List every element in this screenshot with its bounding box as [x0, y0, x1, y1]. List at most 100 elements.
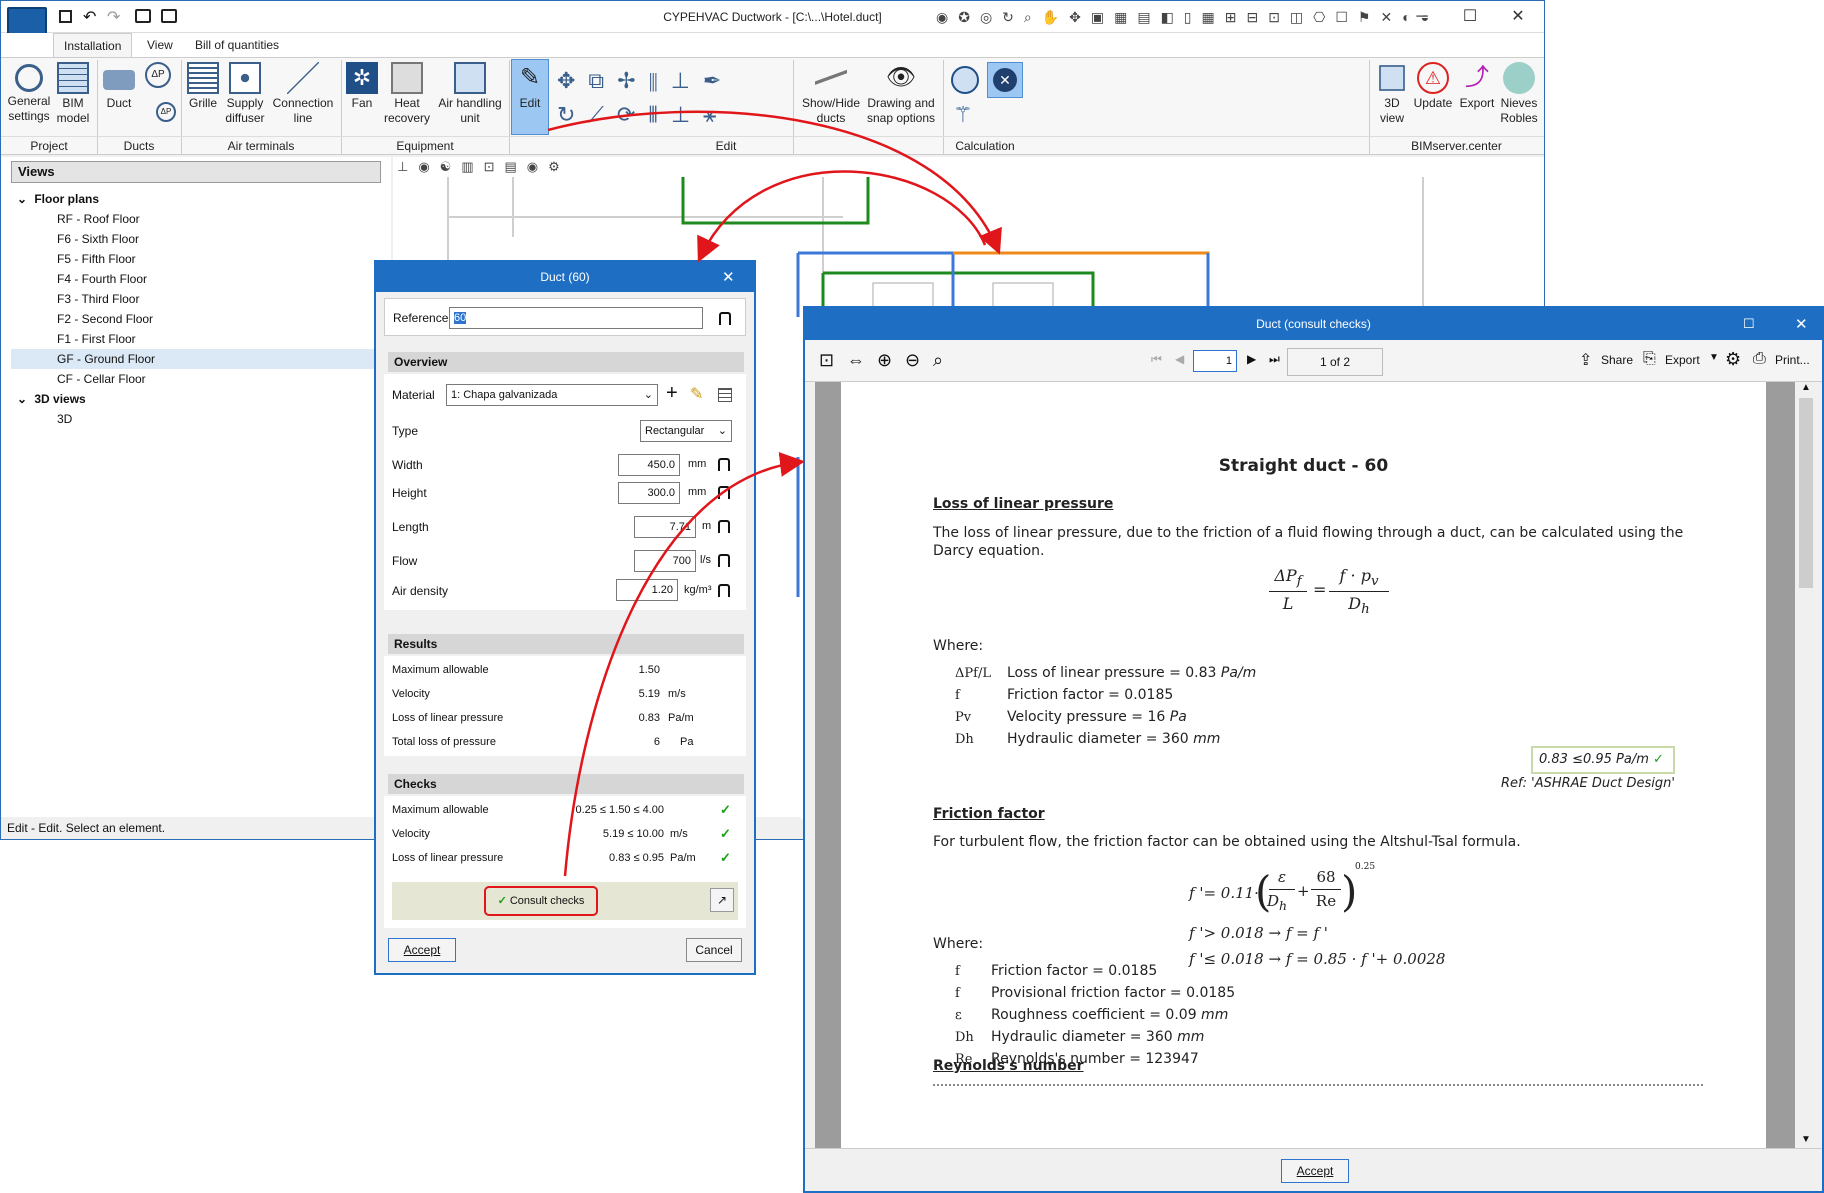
group-calculation: Calculation [943, 136, 1027, 154]
accept-button[interactable]: Accept [388, 938, 456, 962]
floor-item[interactable]: F4 - Fourth Floor [11, 269, 381, 289]
lock-icon[interactable] [718, 520, 730, 533]
material-select[interactable]: 1: Chapa galvanizada ⌄ [446, 384, 658, 406]
width-input[interactable]: 450.0 [618, 454, 680, 476]
consult-accept-button[interactable]: Accept [1281, 1159, 1349, 1183]
scroll-down-icon[interactable]: ▼ [1801, 1134, 1811, 1145]
scrollbar[interactable]: ▲ ▼ [1795, 382, 1819, 1148]
cancel-button[interactable]: Cancel [686, 938, 742, 962]
c-max-label: Maximum allowable [392, 804, 489, 816]
connection-line-icon [287, 62, 319, 94]
last-page-icon[interactable]: ⏭ [1269, 352, 1280, 367]
length-input[interactable]: 7.71 [634, 516, 696, 538]
next-page-icon[interactable]: ▶ [1247, 352, 1256, 366]
calculate-icon[interactable] [951, 66, 979, 94]
floor-item[interactable]: F6 - Sixth Floor [11, 229, 381, 249]
length-label: Length [392, 520, 429, 534]
edit-button[interactable]: ✎ Edit [511, 59, 549, 135]
connection-line-button[interactable]: Connection line [269, 62, 337, 126]
show-hide-ducts-button[interactable]: Show/Hide ducts [799, 62, 863, 126]
floor-item[interactable]: F2 - Second Floor [11, 309, 381, 329]
export-button[interactable]: ⤴ Export [1455, 62, 1499, 111]
air-handling-unit-button[interactable]: Air handling unit [435, 62, 505, 126]
pressure-button[interactable]: ΔP [143, 62, 173, 90]
c-max-value: 0.25 ≤ 1.50 ≤ 4.00 [575, 804, 664, 816]
checkmark-icon: ✓ [497, 895, 507, 907]
floor-item[interactable]: F3 - Third Floor [11, 289, 381, 309]
variable-text: Roughness coefficient = 0.09 [991, 1007, 1197, 1023]
share-button[interactable]: Share [1601, 353, 1633, 367]
scroll-up-icon[interactable]: ▲ [1801, 382, 1811, 393]
settings-icon[interactable]: ⚙ [1725, 349, 1741, 370]
floor-item[interactable]: CF - Cellar Floor [11, 369, 381, 389]
close-icon[interactable]: ✕ [1795, 315, 1808, 333]
first-page-icon[interactable]: ⏮ [1151, 352, 1162, 367]
tab-bill-of-quantities[interactable]: Bill of quantities [185, 33, 289, 57]
zoom-out-icon[interactable]: ⊖ [905, 350, 920, 371]
lock-icon[interactable] [719, 312, 731, 325]
wand-icon[interactable]: ⚚ [953, 102, 973, 128]
grille-button[interactable]: Grille [183, 62, 223, 111]
share-icon[interactable]: ⇪ [1579, 350, 1592, 370]
drawing-snap-button[interactable]: 👁 Drawing and snap options [865, 62, 937, 126]
pencil-icon[interactable]: ✎ [690, 384, 703, 404]
bim-model-button[interactable]: BIM model [53, 62, 93, 126]
duct-button[interactable]: Duct [99, 62, 139, 111]
overview-panel: Material 1: Chapa galvanizada ⌄ + ✎ Type… [384, 374, 746, 574]
user-button[interactable]: Nieves Robles [1497, 62, 1541, 126]
lock-icon[interactable] [718, 584, 730, 597]
zoom-fit-icon[interactable]: ⊡ [819, 350, 834, 371]
edit-tools[interactable]: ✥⧉✢⦀⊥✒ ↻⟋⟳⦀⊥⚹ [557, 64, 787, 134]
variable-row: Dh Hydraulic diameter = 360 mm [955, 1026, 1555, 1048]
maximize-icon[interactable]: ☐ [1743, 316, 1755, 332]
reference-input[interactable]: 60 [449, 307, 703, 329]
prev-page-icon[interactable]: ◀ [1175, 352, 1184, 366]
print-button[interactable]: Print... [1775, 353, 1810, 367]
density-input[interactable]: 1.20 [616, 579, 678, 601]
lock-icon[interactable] [718, 486, 730, 499]
pressure-small-button[interactable]: ΔP [155, 102, 177, 124]
variable-symbol: ΔPf/L [955, 666, 991, 681]
heat-recovery-button[interactable]: Heat recovery [381, 62, 433, 126]
view-3d-item[interactable]: 3D [57, 409, 377, 429]
tab-view[interactable]: View [137, 33, 183, 57]
c-loss-value: 0.83 ≤ 0.95 [609, 852, 664, 864]
zoom-reset-icon[interactable]: ⌕ [933, 350, 943, 371]
checkmark-icon: ✓ [1653, 752, 1664, 767]
variable-text: Loss of linear pressure = 0.83 [1007, 665, 1217, 681]
variable-unit: mm [1196, 1007, 1229, 1023]
lock-icon[interactable] [718, 554, 730, 567]
expand-button[interactable]: ↗ [710, 888, 734, 912]
printer-icon[interactable]: ⎙ [1753, 350, 1766, 368]
zoom-in-icon[interactable]: ⊕ [877, 350, 892, 371]
height-input[interactable]: 300.0 [618, 482, 680, 504]
flow-input[interactable]: 700 [634, 550, 696, 572]
table-icon[interactable] [718, 388, 732, 402]
supply-diffuser-button[interactable]: Supply diffuser [223, 62, 267, 126]
floor-item[interactable]: GF - Ground Floor [11, 349, 381, 369]
tab-installation[interactable]: Installation [53, 33, 133, 57]
floor-plans-node[interactable]: ⌄ Floor plans [17, 189, 377, 209]
export-button[interactable]: Export [1665, 353, 1700, 367]
user-label: Nieves Robles [1500, 96, 1538, 125]
floor-item[interactable]: F5 - Fifth Floor [11, 249, 381, 269]
type-select[interactable]: Rectangular ⌄ [640, 420, 732, 442]
cancel-calc-button[interactable]: ✕ [987, 62, 1023, 98]
3d-view-button[interactable]: 3D view [1375, 62, 1409, 126]
fit-width-icon[interactable]: ⇔ [847, 350, 865, 371]
scroll-thumb[interactable] [1799, 398, 1813, 588]
3d-views-node[interactable]: ⌄ 3D views [17, 389, 377, 409]
export-icon[interactable]: ⎘ [1643, 350, 1656, 368]
fan-button[interactable]: ✲ Fan [345, 62, 379, 111]
floor-item[interactable]: F1 - First Floor [11, 329, 381, 349]
page-input[interactable]: 1 [1193, 350, 1237, 372]
lock-icon[interactable] [718, 458, 730, 471]
3d-view-label: 3D view [1379, 96, 1404, 125]
floor-item[interactable]: RF - Roof Floor [11, 209, 381, 229]
consult-checks-button[interactable]: ✓ Consult checks [484, 886, 598, 916]
general-settings-button[interactable]: General settings [3, 62, 55, 124]
add-icon[interactable]: + [666, 382, 678, 405]
update-button[interactable]: ⚠ Update [1409, 62, 1457, 111]
close-icon[interactable]: ✕ [722, 268, 735, 286]
update-label: Update [1413, 96, 1453, 110]
